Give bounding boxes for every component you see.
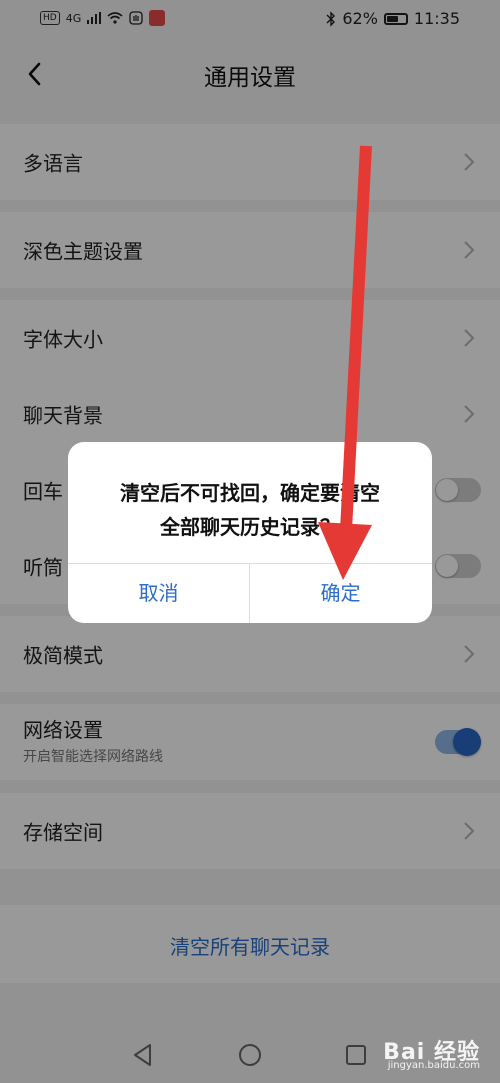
confirm-dialog: 清空后不可找回，确定要清空 全部聊天历史记录？ 取消 确定 (68, 442, 432, 623)
dialog-message-line-1: 清空后不可找回，确定要清空 (120, 481, 380, 505)
watermark-url: jingyan.baidu.com (387, 1060, 480, 1071)
confirm-button[interactable]: 确定 (250, 563, 431, 623)
dialog-message-line-2: 全部聊天历史记录？ (160, 515, 340, 539)
baidu-jingyan-watermark: Bai 经验 jingyan.baidu.com (383, 1034, 480, 1071)
cancel-button[interactable]: 取消 (68, 563, 249, 623)
dialog-message: 清空后不可找回，确定要清空 全部聊天历史记录？ (88, 476, 412, 544)
